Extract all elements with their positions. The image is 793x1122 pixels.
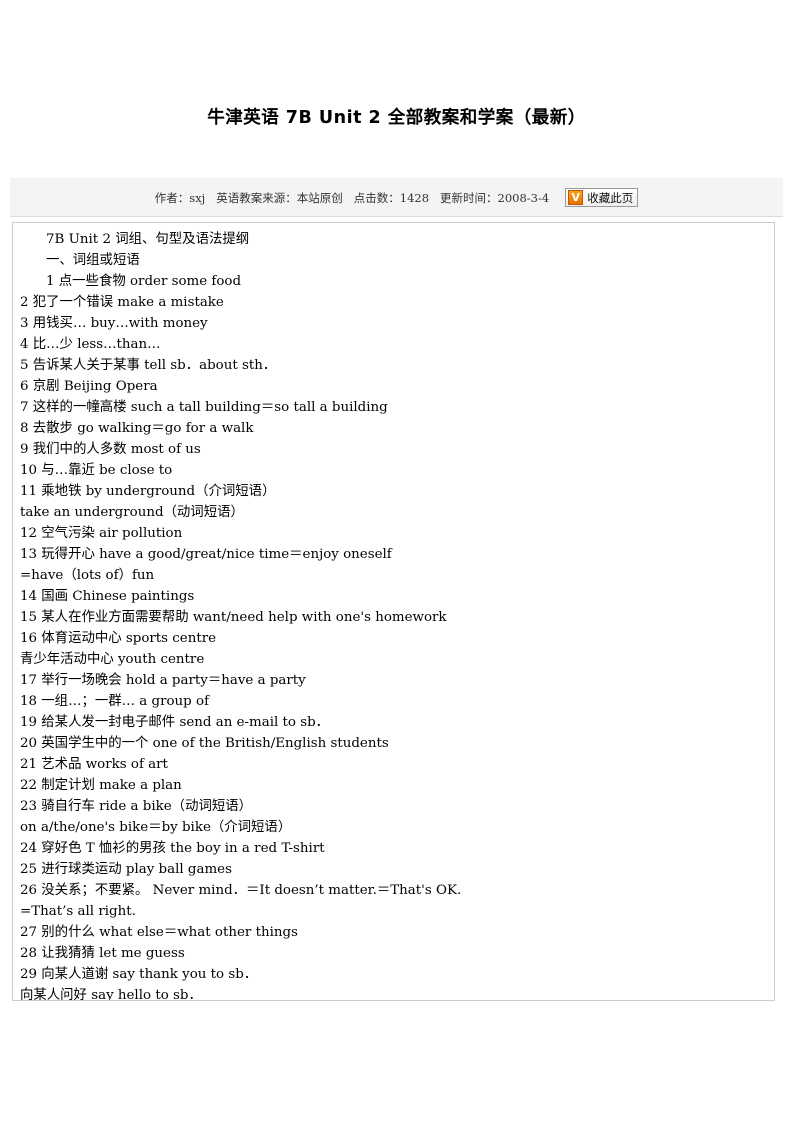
content-line: 2 犯了一个错误 make a mistake [20,295,224,310]
content-line: 20 英国学生中的一个 one of the British/English s… [20,736,389,751]
bookmark-icon: V [568,190,584,205]
content-line: on a/the/one's bike＝by bike（介词短语） [20,820,292,835]
content-line: 3 用钱买… buy…with money [20,316,208,331]
meta-source: 英语教案来源：本站原创 [216,190,343,205]
content-line: take an underground（动词短语） [20,505,244,520]
content-line: 向某人问好 say hello to sb． [20,988,202,1001]
page-title: 牛津英语 7B Unit 2 全部教案和学案（最新） [207,108,586,128]
content-line: 11 乘地铁 by underground（介词短语） [20,484,276,499]
content-line: 7B Unit 2 词组、句型及语法提纲 [46,232,250,247]
content-line: 1 点一些食物 order some food [46,274,242,289]
add-favourite-label: 收藏此页 [587,190,634,205]
article-meta-bar: 作者：sxj 英语教案来源：本站原创 点击数：1428 更新时间：2008-3-4 V… [10,178,783,217]
content-line: 18 一组…；一群… a group of [20,694,210,709]
content-line: 9 我们中的人多数 most of us [20,442,201,457]
content-line: 25 进行球类运动 play ball games [20,862,232,877]
meta-hits: 点击数：1428 [353,190,430,205]
content-line: 青少年活动中心 youth centre [20,652,205,667]
content-line: 16 体育运动中心 sports centre [20,631,217,646]
add-favourite-button[interactable]: V 收藏此页 [565,188,639,207]
content-line: 8 去散步 go walking＝go for a walk [20,421,254,436]
article-meta-inner: 作者：sxj 英语教案来源：本站原创 点击数：1428 更新时间：2008-3-4 V… [10,178,783,217]
meta-updated: 更新时间：2008-3-4 [440,190,550,205]
content-line: 13 玩得开心 have a good/great/nice time＝enjo… [20,547,392,562]
content-line: 12 空气污染 air pollution [20,526,183,541]
content-line: 15 某人在作业方面需要帮助 want/need help with one's… [20,610,447,625]
content-line: 5 告诉某人关于某事 tell sb．about sth． [20,358,277,373]
content-line: 7 这样的一幢高楼 such a tall building＝so tall a… [20,400,388,415]
content-line: 26 没关系；不要紧。 Never mind．＝It doesn’t matte… [20,883,462,898]
content-line: 19 给某人发一封电子邮件 send an e-mail to sb． [20,715,330,730]
content-line: 10 与…靠近 be close to [20,463,173,478]
content-line: 28 让我猜猜 let me guess [20,946,185,961]
article-content-body: 7B Unit 2 词组、句型及语法提纲 一、词组或短语 1 点一些食物 order… [20,229,768,1001]
article-meta-text: 作者：sxj 英语教案来源：本站原创 点击数：1428 更新时间：2008-3-4 [155,190,549,206]
content-line: 21 艺术品 works of art [20,757,168,772]
content-line: 6 京剧 Beijing Opera [20,379,158,394]
document-page: { "page": { "title": "牛津英语 7B Unit 2 全部教… [0,0,793,1122]
meta-author: 作者：sxj [154,190,206,205]
content-line: 一、词组或短语 [46,253,140,268]
content-line: 4 比…少 less…than… [20,337,161,352]
content-line: 23 骑自行车 ride a bike（动词短语） [20,799,253,814]
content-line: =That’s all right. [20,904,136,919]
content-line: 27 别的什么 what else＝what other things [20,925,298,940]
content-line: 17 举行一场晚会 hold a party＝have a party [20,673,306,688]
content-line: 24 穿好色 T 恤衫的男孩 the boy in a red T-shirt [20,841,325,856]
content-line: 14 国画 Chinese paintings [20,589,195,604]
content-line: =have（lots of）fun [20,568,155,583]
content-line: 29 向某人道谢 say thank you to sb． [20,967,258,982]
content-line: 22 制定计划 make a plan [20,778,182,793]
article-content-box: 7B Unit 2 词组、句型及语法提纲 一、词组或短语 1 点一些食物 order… [12,222,775,1001]
